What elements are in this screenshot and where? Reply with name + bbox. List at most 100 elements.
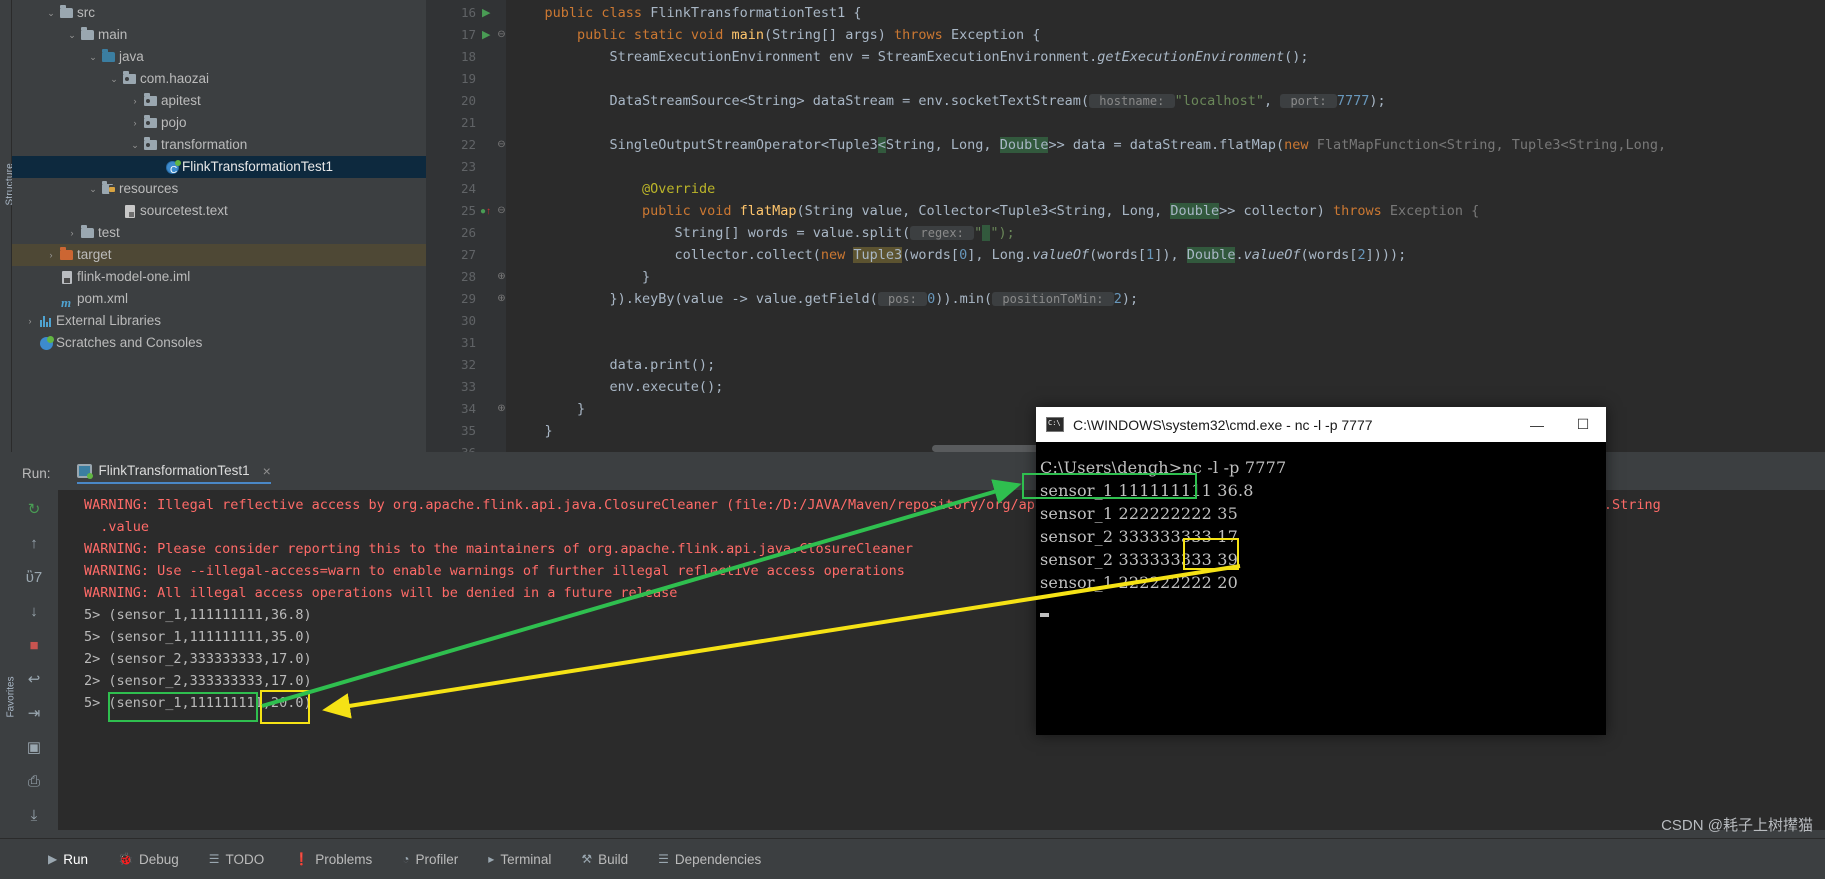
rerun-icon[interactable]: ↻ [22, 498, 46, 522]
print-icon[interactable]: ⎙ [22, 770, 46, 794]
code-token: main [731, 27, 764, 43]
tree-item-scratches-and-consoles[interactable]: Scratches and Consoles [12, 332, 426, 354]
soft-wrap-icon[interactable]: ↩ [22, 668, 46, 692]
camera-icon[interactable]: ▣ [22, 736, 46, 760]
tree-item-main[interactable]: ⌄ main [12, 24, 426, 46]
code-token: , [1263, 93, 1281, 109]
tree-item-pojo[interactable]: › pojo [12, 112, 426, 134]
tree-item-label: pom.xml [77, 291, 129, 306]
run-label: Run: [22, 465, 51, 481]
editor-code-area[interactable]: public class FlinkTransformationTest1 { … [506, 0, 1825, 452]
tree-item-java[interactable]: ⌄ java [12, 46, 426, 68]
console-line: 5> (sensor_1,111111111,35.0) [84, 629, 312, 645]
up-arrow-icon[interactable]: ↑ [22, 532, 46, 556]
scratches-icon [38, 335, 56, 351]
ide-window: Structure ⌄ src ⌄ main ⌄ java ⌄ com.haozai › apit… [0, 0, 1825, 879]
down-arrow-icon[interactable]: ↓ [22, 600, 46, 624]
code-token: }).keyBy(value -> value.getField( [512, 291, 878, 307]
tree-item-label: transformation [161, 137, 248, 152]
status-item-run[interactable]: ▶ Run [48, 852, 88, 867]
run-toolbar[interactable]: ↻↑ὒ7↓■↩⇥▣⎙⤓Ὕ1» [12, 492, 56, 879]
line-number: 25 [460, 203, 476, 218]
code-token: class [601, 5, 651, 21]
code-token: (words[ [1089, 247, 1147, 263]
status-item-build[interactable]: ⚒ Build [581, 852, 628, 867]
code-token: Double [1186, 247, 1236, 263]
scroll-to-end-icon[interactable]: ⇥ [22, 702, 46, 726]
project-tree[interactable]: ⌄ src ⌄ main ⌄ java ⌄ com.haozai › apitest › pojo ⌄ t… [12, 0, 426, 452]
run-gutter-icon[interactable]: ▶ [482, 2, 494, 24]
tree-item-flink-model-one-iml[interactable]: flink-model-one.iml [12, 266, 426, 288]
tree-item-apitest[interactable]: › apitest [12, 90, 426, 112]
run-tab-flinktransformationtest1[interactable]: FlinkTransformationTest1 × [76, 463, 271, 484]
stop-icon[interactable]: ■ [22, 634, 46, 658]
code-token: (String[] args) [763, 27, 895, 43]
chevron-down-icon[interactable]: ⌄ [85, 46, 101, 68]
favorites-tool-label[interactable]: Favorites [6, 648, 17, 717]
chevron-right-icon[interactable]: › [64, 222, 80, 244]
build-icon: ⚒ [581, 852, 593, 866]
tree-item-src[interactable]: ⌄ src [12, 2, 426, 24]
tree-item-flinktransformationtest1[interactable]: FlinkTransformationTest1 [12, 156, 426, 182]
run-gutter-icon[interactable]: ▶ [482, 24, 494, 46]
folder-icon [59, 5, 77, 21]
tree-item-sourcetest-text[interactable]: sourcetest.text [12, 200, 426, 222]
chevron-right-icon[interactable]: › [127, 90, 143, 112]
chevron-right-icon[interactable]: › [127, 112, 143, 134]
chevron-down-icon[interactable]: ⌄ [85, 178, 101, 200]
status-item-problems[interactable]: ❗ Problems [294, 852, 372, 867]
maven-icon: m [61, 295, 72, 310]
console-line: 5> (sensor_1,111111111,36.8) [84, 607, 312, 623]
code-token: @Override [642, 181, 716, 197]
export-icon[interactable]: ⤓ [22, 804, 46, 828]
tree-item-resources[interactable]: ⌄ resources [12, 178, 426, 200]
tree-item-transformation[interactable]: ⌄ transformation [12, 134, 426, 156]
tree-item-external-libraries[interactable]: › External Libraries [12, 310, 426, 332]
line-number: 16 [460, 5, 476, 20]
tree-item-test[interactable]: › test [12, 222, 426, 244]
wrench-icon[interactable]: ὒ7 [22, 566, 46, 590]
code-token: new [1284, 137, 1317, 153]
code-editor[interactable]: 16 ▶ 17 ▶ ⊖ 18 19 20 21 22 ⊖ 23 24 25 ●↑ ⊖ 26 27 28 ⊕ 29 ⊕ 30 3… [426, 0, 1825, 452]
code-token: 2 [1113, 291, 1122, 307]
tree-item-target[interactable]: › target [12, 244, 426, 266]
status-bar[interactable]: ▶ Run 🐞 Debug ☰ TODO ❗ Problems ◔ Profiler ▸ Termin… [0, 838, 1825, 879]
cmd-console-body[interactable]: C:\Users\dengh>nc -l -p 7777 sensor_1 111… [1036, 442, 1606, 735]
tree-item-label: src [77, 5, 95, 20]
profiler-icon: ◔ [402, 852, 410, 866]
status-item-todo[interactable]: ☰ TODO [209, 852, 265, 867]
editor-gutter[interactable]: 16 ▶ 17 ▶ ⊖ 18 19 20 21 22 ⊖ 23 24 25 ●↑ ⊖ 26 27 28 ⊕ 29 ⊕ 30 3… [426, 0, 506, 452]
code-line: collector.collect(new Tuple3(words[0], L… [512, 244, 1406, 266]
status-item-profiler[interactable]: ◔ Profiler [402, 852, 458, 867]
status-item-label: Run [63, 851, 88, 867]
chevron-down-icon[interactable]: ⌄ [106, 68, 122, 90]
cmd-title-bar[interactable]: C:\WINDOWS\system32\cmd.exe - nc -l -p 7… [1036, 407, 1606, 442]
cmd-window-buttons: — ☐ [1514, 407, 1606, 442]
chevron-right-icon[interactable]: › [22, 310, 38, 332]
code-token: StreamExecutionEnvironment env = StreamE… [512, 49, 1098, 65]
line-number: 24 [460, 181, 476, 196]
status-item-dependencies[interactable]: ☰ Dependencies [658, 852, 761, 867]
code-token: (words[ [1300, 247, 1358, 263]
override-gutter-icon[interactable]: ●↑ [480, 200, 492, 222]
code-line: public static void main(String[] args) t… [512, 24, 1040, 46]
close-icon[interactable]: × [263, 463, 271, 479]
status-item-terminal[interactable]: ▸ Terminal [488, 852, 551, 867]
minimize-icon[interactable]: — [1514, 407, 1560, 442]
code-token: public [544, 5, 602, 21]
code-token: DataStreamSource<String> dataStream = en… [512, 93, 1090, 109]
status-item-label: Debug [138, 851, 179, 867]
chevron-down-icon[interactable]: ⌄ [127, 134, 143, 156]
chevron-right-icon[interactable]: › [43, 244, 59, 266]
maximize-icon[interactable]: ☐ [1560, 407, 1606, 442]
tree-item-label: flink-model-one.iml [77, 269, 191, 284]
chevron-down-icon[interactable]: ⌄ [43, 2, 59, 24]
status-item-label: Dependencies [674, 851, 762, 867]
status-item-debug[interactable]: 🐞 Debug [118, 852, 179, 867]
tree-item-com-haozai[interactable]: ⌄ com.haozai [12, 68, 426, 90]
tree-item-label: test [98, 225, 120, 240]
tree-item-pom-xml[interactable]: m pom.xml [12, 288, 426, 310]
cmd-window[interactable]: C:\WINDOWS\system32\cmd.exe - nc -l -p 7… [1036, 407, 1606, 735]
chevron-down-icon[interactable]: ⌄ [64, 24, 80, 46]
code-token: . [1235, 247, 1244, 263]
